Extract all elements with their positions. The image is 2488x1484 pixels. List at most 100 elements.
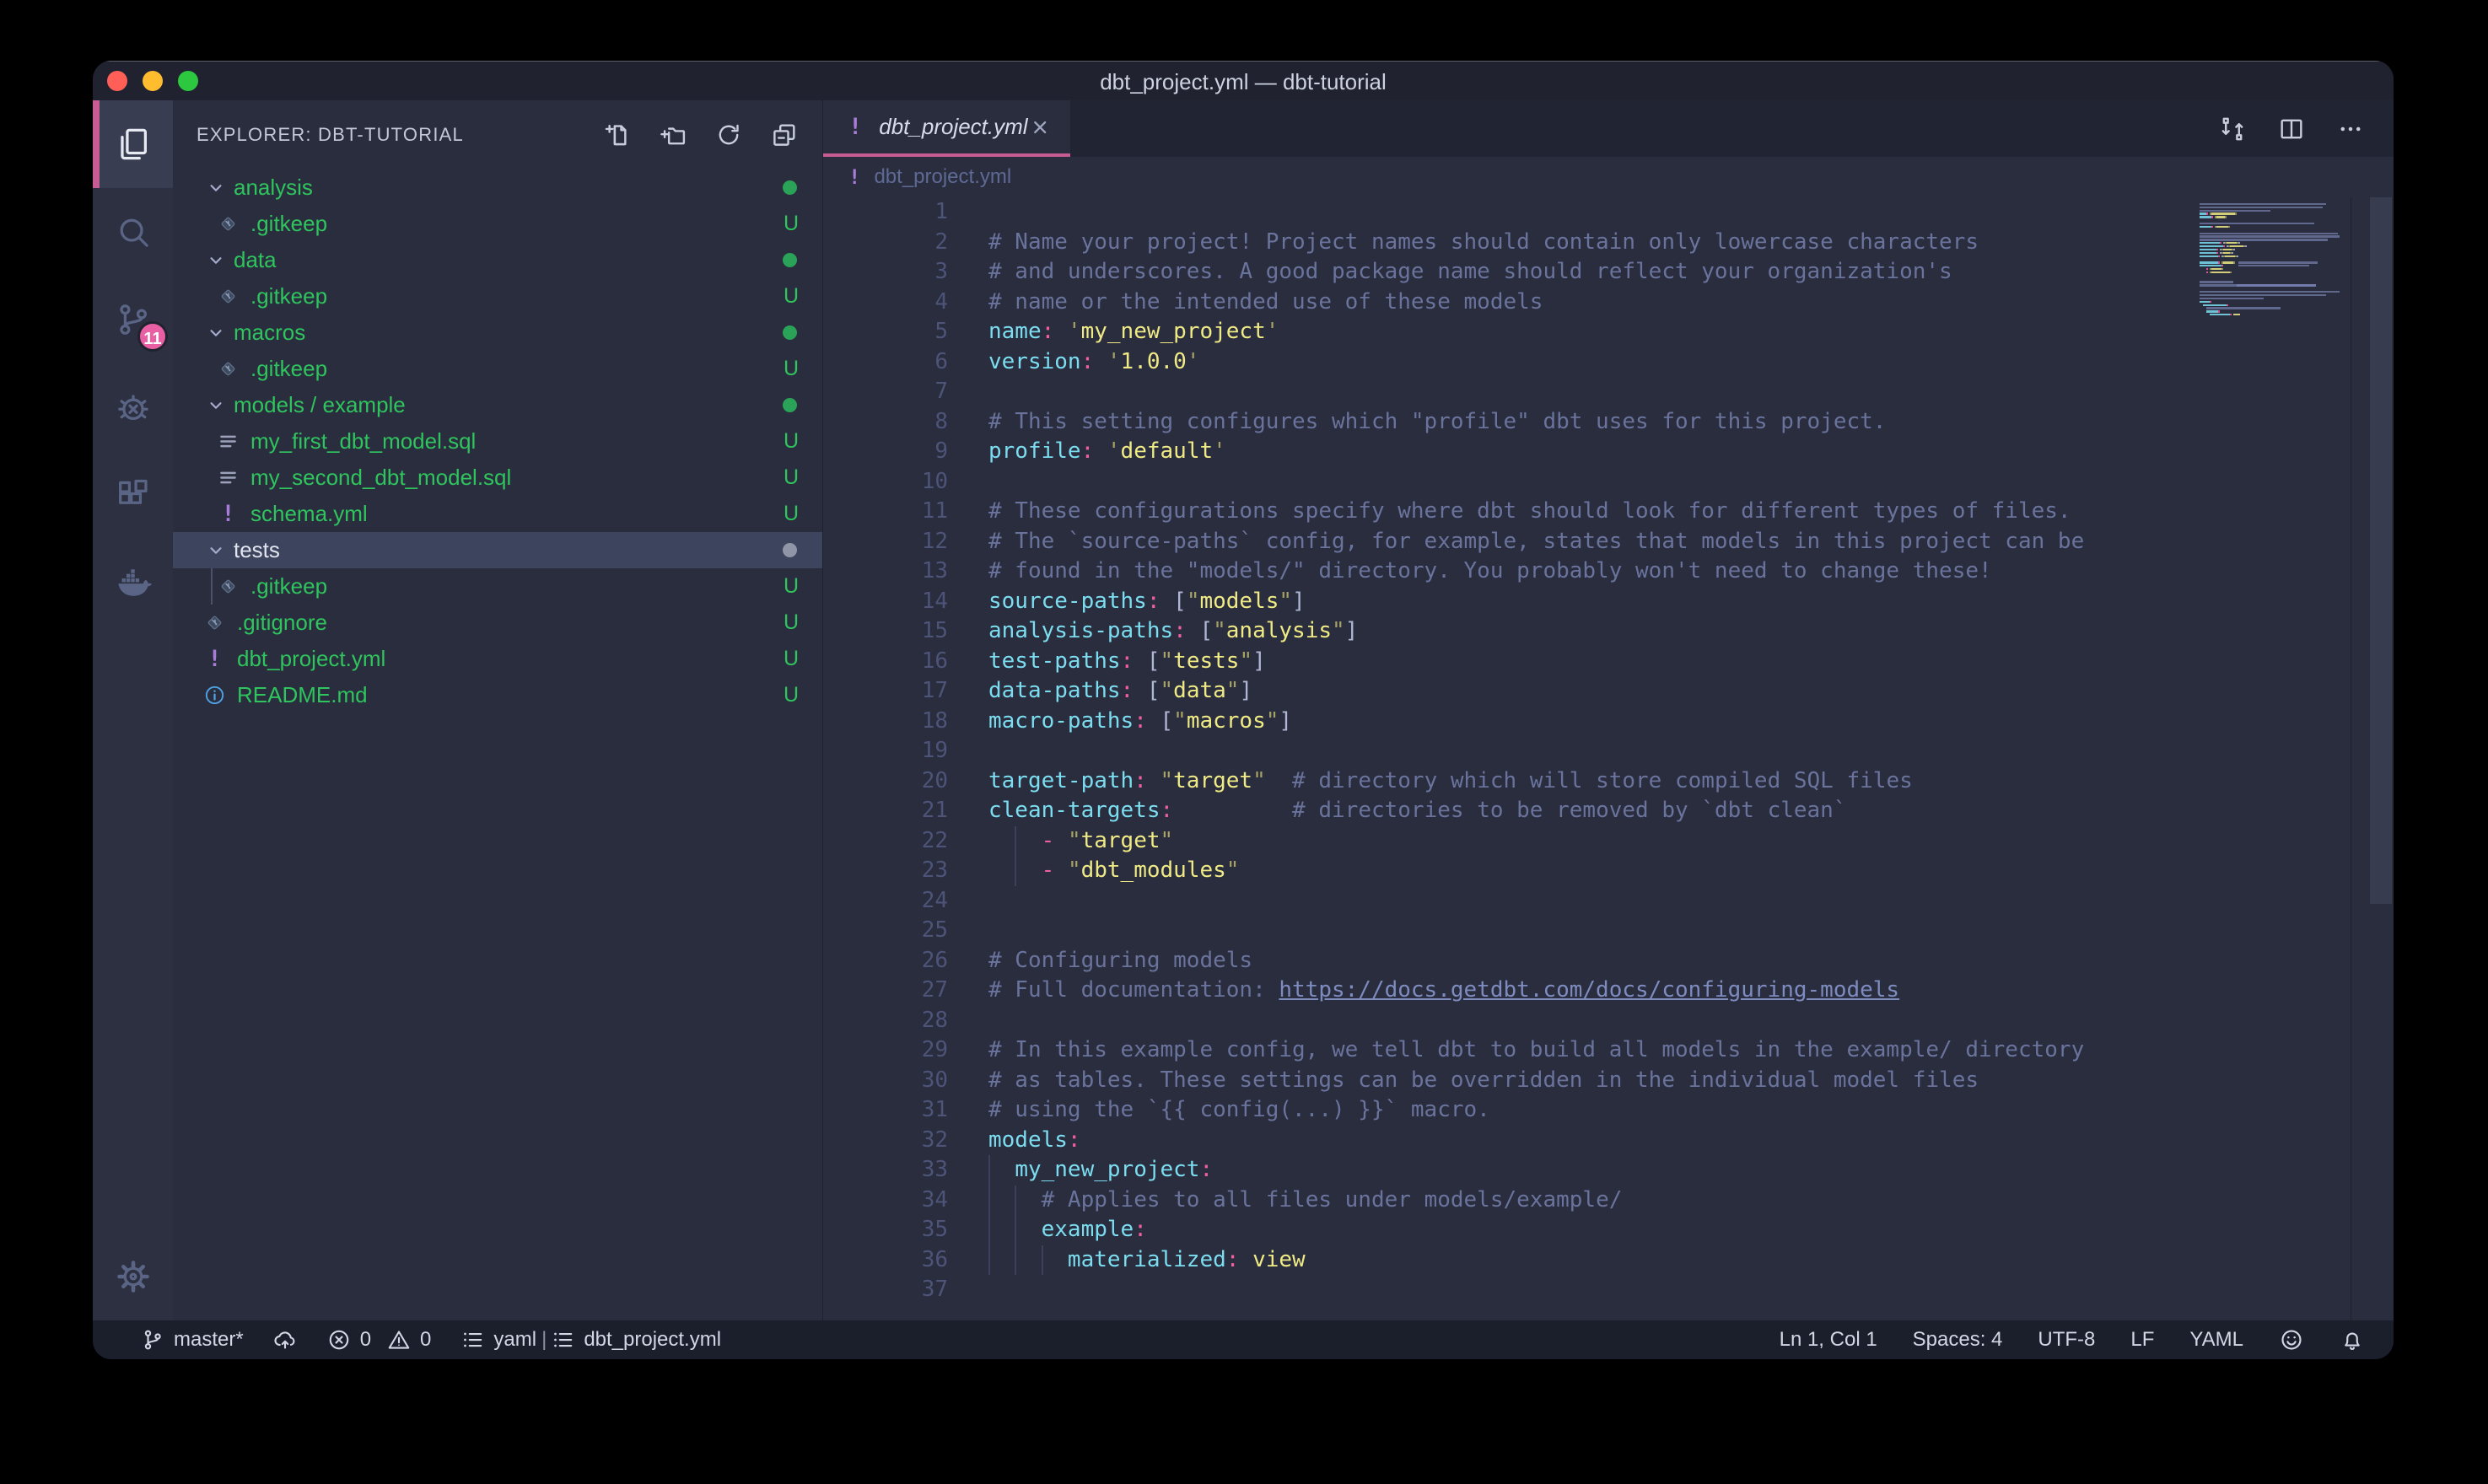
code-line-37[interactable]: 37 — [823, 1275, 2191, 1305]
statusbar-encoding[interactable]: UTF-8 — [2038, 1328, 2095, 1352]
code-line-16[interactable]: 16test-paths: ["tests"] — [823, 647, 2191, 677]
code-line-11[interactable]: 11# These configurations specify where d… — [823, 497, 2191, 527]
yaml-file-icon: ! — [217, 503, 240, 525]
code-line-15[interactable]: 15analysis-paths: ["analysis"] — [823, 616, 2191, 647]
code-line-26[interactable]: 26# Configuring models — [823, 946, 2191, 976]
statusbar-file-outline[interactable]: dbt_project.yml — [550, 1327, 721, 1352]
code-line-29[interactable]: 29# In this example config, we tell dbt … — [823, 1035, 2191, 1066]
activitybar-source-control[interactable]: 11 — [93, 276, 173, 363]
line-number: 9 — [823, 437, 948, 467]
code-line-24[interactable]: 24 — [823, 886, 2191, 917]
code-line-35[interactable]: 35 example: — [823, 1215, 2191, 1245]
code-line-20[interactable]: 20target-path: "target" # directory whic… — [823, 766, 2191, 797]
tree-file-dbt_project.yml[interactable]: !dbt_project.ymlU — [173, 641, 822, 677]
code-line-27[interactable]: 27# Full documentation: https://docs.get… — [823, 976, 2191, 1006]
code-line-31[interactable]: 31# using the `{{ config(...) }}` macro. — [823, 1095, 2191, 1126]
git-untracked-badge: U — [784, 357, 799, 381]
code-line-18[interactable]: 18macro-paths: ["macros"] — [823, 707, 2191, 737]
line-number: 19 — [823, 736, 948, 766]
statusbar-eol[interactable]: LF — [2130, 1328, 2154, 1352]
breadcrumb-file[interactable]: dbt_project.yml — [874, 165, 1011, 189]
statusbar-cursor-position[interactable]: Ln 1, Col 1 — [1780, 1328, 1877, 1352]
line-number: 10 — [823, 467, 948, 497]
code-line-12[interactable]: 12# The `source-paths` config, for examp… — [823, 527, 2191, 557]
git-untracked-badge: U — [784, 212, 799, 236]
code-line-9[interactable]: 9profile: 'default' — [823, 437, 2191, 467]
new-file-icon[interactable] — [603, 121, 632, 149]
statusbar-feedback[interactable] — [2279, 1327, 2304, 1352]
tree-file-README.md[interactable]: README.mdU — [173, 677, 822, 713]
tree-folder-tests[interactable]: tests — [173, 532, 822, 568]
activitybar-explorer[interactable] — [93, 100, 173, 188]
code-line-2[interactable]: 2# Name your project! Project names shou… — [823, 228, 2191, 258]
tree-file-my_second_dbt_model.sql[interactable]: my_second_dbt_model.sqlU — [173, 460, 822, 496]
statusbar-language-mode[interactable]: YAML — [2189, 1328, 2243, 1352]
code-line-3[interactable]: 3# and underscores. A good package name … — [823, 257, 2191, 288]
code-line-23[interactable]: 23 - "dbt_modules" — [823, 856, 2191, 886]
code-line-7[interactable]: 7 — [823, 377, 2191, 407]
code-line-36[interactable]: 36 materialized: view — [823, 1245, 2191, 1276]
activitybar-debug[interactable] — [93, 363, 173, 451]
activitybar-search[interactable] — [93, 188, 173, 276]
tree-file-.gitignore[interactable]: .gitignoreU — [173, 605, 822, 641]
activitybar-docker[interactable] — [93, 539, 173, 626]
tree-file-my_first_dbt_model.sql[interactable]: my_first_dbt_model.sqlU — [173, 423, 822, 460]
statusbar-publish-changes[interactable] — [272, 1327, 298, 1352]
code-line-34[interactable]: 34 # Applies to all files under models/e… — [823, 1186, 2191, 1216]
statusbar-indentation[interactable]: Spaces: 4 — [1913, 1328, 2003, 1352]
tree-file-.gitkeep[interactable]: .gitkeepU — [173, 206, 822, 242]
code-line-33[interactable]: 33 my_new_project: — [823, 1155, 2191, 1186]
code-line-32[interactable]: 32models: — [823, 1126, 2191, 1156]
code-line-13[interactable]: 13# found in the "models/" directory. Yo… — [823, 556, 2191, 587]
code-line-19[interactable]: 19 — [823, 736, 2191, 766]
yaml-outline-icon — [460, 1327, 485, 1352]
code-line-8[interactable]: 8# This setting configures which "profil… — [823, 407, 2191, 438]
activitybar-extensions[interactable] — [93, 451, 173, 539]
code-line-21[interactable]: 21clean-targets: # directories to be rem… — [823, 796, 2191, 826]
code-line-25[interactable]: 25 — [823, 916, 2191, 946]
code-line-30[interactable]: 30# as tables. These settings can be ove… — [823, 1066, 2191, 1096]
code-line-1[interactable]: 1 — [823, 197, 2191, 228]
statusbar-notifications[interactable] — [2340, 1327, 2365, 1352]
more-actions-icon[interactable] — [2336, 115, 2365, 143]
tree-folder-models-example[interactable]: models / example — [173, 387, 822, 423]
line-number: 18 — [823, 707, 948, 737]
code-line-6[interactable]: 6version: '1.0.0' — [823, 347, 2191, 378]
statusbar-error-count[interactable]: 0 — [326, 1327, 371, 1352]
editor-scrollbar[interactable] — [2370, 197, 2392, 904]
tree-file-schema.yml[interactable]: !schema.ymlU — [173, 496, 822, 532]
tree-folder-analysis[interactable]: analysis — [173, 169, 822, 206]
collapse-folders-icon[interactable] — [770, 121, 799, 149]
code-line-14[interactable]: 14source-paths: ["models"] — [823, 587, 2191, 617]
tree-folder-macros[interactable]: macros — [173, 315, 822, 351]
statusbar-yaml-outline[interactable]: yaml — [460, 1327, 536, 1352]
line-number: 4 — [823, 288, 948, 318]
open-changes-icon[interactable] — [2218, 115, 2247, 143]
code-line-28[interactable]: 28 — [823, 1006, 2191, 1036]
code-line-17[interactable]: 17data-paths: ["data"] — [823, 676, 2191, 707]
line-number: 26 — [823, 946, 948, 976]
activitybar-settings[interactable] — [93, 1233, 173, 1320]
split-editor-icon[interactable] — [2277, 115, 2306, 143]
statusbar-warning-count[interactable]: 0 — [386, 1327, 431, 1352]
code-line-10[interactable]: 10 — [823, 467, 2191, 497]
code-lines[interactable]: 12# Name your project! Project names sho… — [823, 197, 2191, 1305]
tree-folder-data[interactable]: data — [173, 242, 822, 278]
close-tab-icon[interactable] — [1028, 115, 1052, 140]
tab-dbt_project.yml[interactable]: ! dbt_project.yml — [823, 100, 1070, 157]
new-folder-icon[interactable] — [659, 121, 687, 149]
tree-file-.gitkeep[interactable]: .gitkeepU — [173, 351, 822, 387]
statusbar-git-branch-status[interactable]: master* — [140, 1327, 244, 1352]
tree-file-.gitkeep[interactable]: .gitkeepU — [173, 278, 822, 315]
line-number: 30 — [823, 1066, 948, 1096]
code-line-22[interactable]: 22 - "target" — [823, 826, 2191, 857]
minimap[interactable] — [2200, 199, 2350, 320]
code-line-5[interactable]: 5name: 'my_new_project' — [823, 317, 2191, 347]
code-editor[interactable]: 12# Name your project! Project names sho… — [823, 197, 2394, 1320]
breadcrumb[interactable]: ! dbt_project.yml — [823, 157, 2394, 197]
refresh-explorer-icon[interactable] — [714, 121, 743, 149]
git-untracked-badge: U — [784, 502, 799, 526]
tree-file-.gitkeep[interactable]: .gitkeepU — [173, 568, 822, 605]
yaml-file-icon: ! — [848, 165, 860, 189]
code-line-4[interactable]: 4# name or the intended use of these mod… — [823, 288, 2191, 318]
